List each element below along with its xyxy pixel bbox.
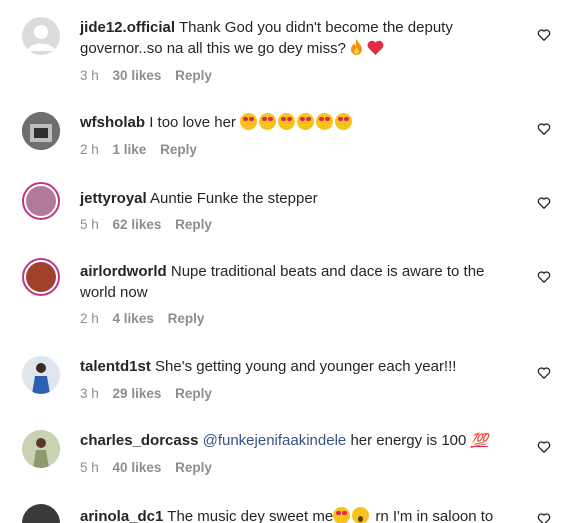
comment-time: 2 h (80, 311, 99, 326)
open-mouth-emoji (352, 507, 370, 523)
heart-eyes-emoji (316, 113, 334, 130)
heart-eyes-emoji (333, 507, 351, 523)
comment-item: jettyroyal Auntie Funke the stepper 5 h … (0, 176, 565, 246)
comment-body-continued: rn I'm in saloon to (375, 508, 494, 523)
comment-likes[interactable]: 62 likes (113, 217, 162, 232)
heart-eyes-emoji (278, 113, 296, 130)
comment-item: charles_dorcass @funkejenifaakindele her… (0, 420, 565, 490)
comment-time: 5 h (80, 460, 99, 475)
comment-text: airlordworld Nupe traditional beats and … (80, 261, 510, 303)
comment-item: talentd1st She's getting young and young… (0, 346, 565, 416)
avatar-photo (22, 430, 60, 468)
comment-username[interactable]: airlordworld (80, 263, 167, 280)
comment-likes[interactable]: 40 likes (113, 460, 162, 475)
avatar[interactable] (22, 356, 60, 394)
comment-meta: 2 h 4 likes Reply (80, 311, 214, 326)
heart-eyes-emoji (335, 113, 353, 130)
comment-username[interactable]: wfsholab (80, 114, 145, 131)
reply-button[interactable]: Reply (168, 311, 205, 326)
comment-meta: 3 h 30 likes Reply (80, 68, 222, 83)
comment-item: jide12.official Thank God you didn't bec… (0, 0, 565, 90)
default-avatar-icon (27, 25, 55, 51)
comment-likes[interactable]: 30 likes (113, 68, 162, 83)
avatar[interactable] (22, 17, 60, 55)
comment-meta: 2 h 1 like Reply (80, 142, 207, 157)
comment-username[interactable]: talentd1st (80, 358, 151, 375)
heart-eyes-emoji (259, 113, 277, 130)
comment-time: 3 h (80, 386, 99, 401)
heart-outline-icon[interactable] (537, 512, 551, 523)
comment-time: 3 h (80, 68, 99, 83)
avatar[interactable] (22, 504, 60, 523)
heart-eyes-emoji (297, 113, 315, 130)
comment-username[interactable]: jettyroyal (80, 190, 147, 207)
avatar[interactable] (22, 258, 60, 296)
avatar[interactable] (22, 430, 60, 468)
comment-username[interactable]: charles_dorcass (80, 432, 198, 449)
red-heart-emoji (367, 40, 384, 55)
hundred-points-emoji: 💯 (470, 432, 488, 448)
heart-outline-icon[interactable] (537, 122, 551, 136)
comment-time: 5 h (80, 217, 99, 232)
comment-text: jide12.official Thank God you didn't bec… (80, 17, 510, 59)
avatar-photo (26, 186, 56, 216)
avatar-photo (22, 112, 60, 150)
comment-text: arinola_dc1 The music dey sweet me rn I'… (80, 506, 510, 523)
comment-item: airlordworld Nupe traditional beats and … (0, 250, 565, 340)
heart-eyes-emoji (240, 113, 258, 130)
comment-likes[interactable]: 1 like (113, 142, 147, 157)
comment-meta: 5 h 62 likes Reply (80, 217, 222, 232)
comment-text: charles_dorcass @funkejenifaakindele her… (80, 430, 510, 451)
reply-button[interactable]: Reply (175, 217, 212, 232)
reply-button[interactable]: Reply (160, 142, 197, 157)
heart-outline-icon[interactable] (537, 366, 551, 380)
avatar[interactable] (22, 182, 60, 220)
comment-body: her energy is 100 (350, 432, 467, 449)
comment-body: The music dey sweet me (167, 508, 334, 523)
comment-text: wfsholab I too love her (80, 112, 510, 133)
fire-emoji (351, 39, 363, 55)
comment-likes[interactable]: 29 likes (113, 386, 162, 401)
avatar-photo (26, 262, 56, 292)
comment-username[interactable]: jide12.official (80, 19, 175, 36)
comment-meta: 3 h 29 likes Reply (80, 386, 222, 401)
comment-mention[interactable]: @funkejenifaakindele (203, 432, 347, 449)
comment-text: jettyroyal Auntie Funke the stepper (80, 188, 510, 209)
reply-button[interactable]: Reply (175, 460, 212, 475)
comment-text: talentd1st She's getting young and young… (80, 356, 510, 377)
comment-meta: 5 h 40 likes Reply (80, 460, 222, 475)
comment-item: wfsholab I too love her 2 h 1 like Reply (0, 100, 565, 170)
comment-body: She's getting young and younger each yea… (155, 358, 457, 375)
heart-outline-icon[interactable] (537, 28, 551, 42)
comment-username[interactable]: arinola_dc1 (80, 508, 163, 523)
comment-body: Auntie Funke the stepper (150, 190, 318, 207)
heart-outline-icon[interactable] (537, 270, 551, 284)
comment-item: arinola_dc1 The music dey sweet me rn I'… (0, 496, 565, 523)
reply-button[interactable]: Reply (175, 386, 212, 401)
comment-likes[interactable]: 4 likes (113, 311, 154, 326)
avatar[interactable] (22, 112, 60, 150)
heart-outline-icon[interactable] (537, 440, 551, 454)
comment-body: I too love her (149, 114, 236, 131)
avatar-photo (22, 356, 60, 394)
comment-time: 2 h (80, 142, 99, 157)
heart-outline-icon[interactable] (537, 196, 551, 210)
reply-button[interactable]: Reply (175, 68, 212, 83)
